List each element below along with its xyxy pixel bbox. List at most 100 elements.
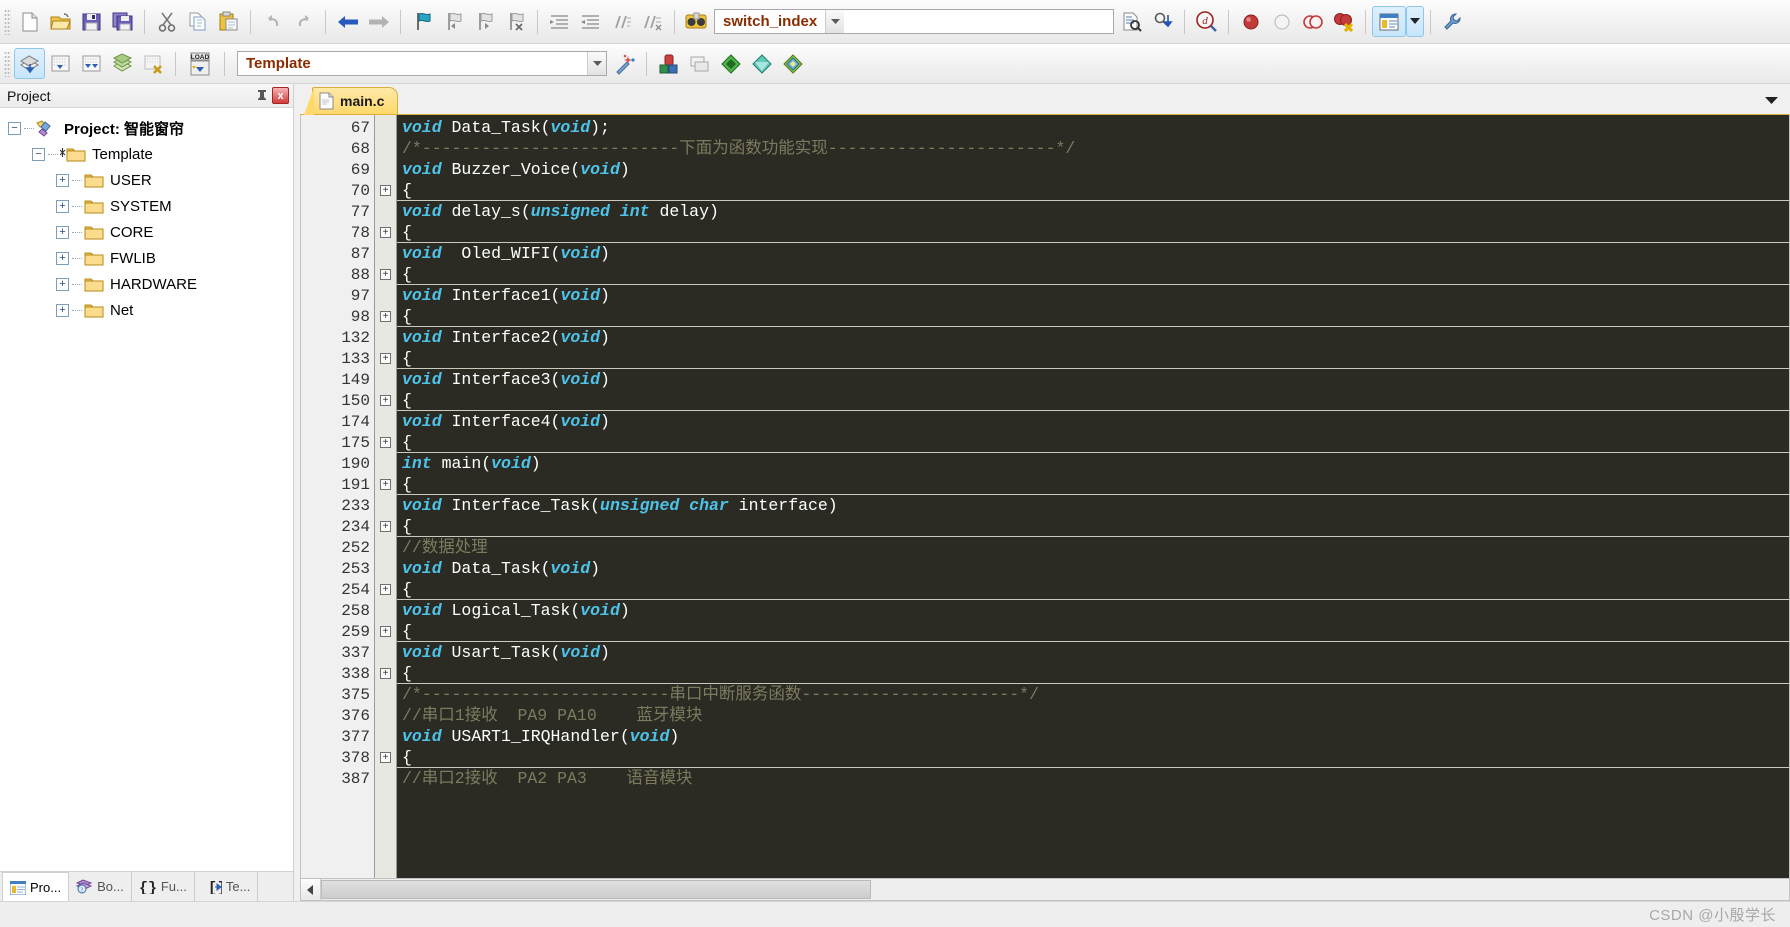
code-line[interactable]: void USART1_IRQHandler(void) (397, 726, 1789, 747)
code-line[interactable]: /*--------------------------下面为函数功能实现---… (397, 138, 1789, 159)
find-input[interactable]: switch_index (715, 13, 825, 30)
undo-button[interactable] (257, 6, 288, 37)
tab-books[interactable]: ? Bo... (69, 872, 132, 901)
bookmark-prev-button[interactable] (438, 6, 469, 37)
code-line[interactable]: //数据处理 (397, 537, 1789, 558)
find-combobox[interactable]: switch_index (714, 9, 1114, 34)
comment-button[interactable] (606, 6, 637, 37)
fold-box[interactable]: + (380, 311, 391, 322)
code-editor[interactable]: 67 68 69 70 77 78 87 88 97 98 132 133 149 150 174 175 19… (300, 114, 1790, 901)
code-line[interactable]: void Data_Task(void); (397, 117, 1789, 138)
fold-expand-icon[interactable]: + (375, 621, 396, 642)
fold-box[interactable]: + (380, 584, 391, 595)
manage-windows-dropdown[interactable] (1406, 6, 1424, 37)
fold-expand-icon[interactable]: + (375, 663, 396, 684)
redo-button[interactable] (288, 6, 319, 37)
expand-toggle-icon[interactable]: + (56, 225, 69, 239)
collapse-toggle-icon[interactable]: − (8, 121, 21, 135)
code-area[interactable]: 67 68 69 70 77 78 87 88 97 98 132 133 149 150 174 175 19… (301, 115, 1789, 878)
fold-box[interactable]: + (380, 668, 391, 679)
fold-expand-icon[interactable]: + (375, 348, 396, 369)
bookmark-toggle-button[interactable] (407, 6, 438, 37)
target-select-combobox[interactable]: Template (237, 51, 607, 76)
expand-toggle-icon[interactable]: + (56, 199, 69, 213)
tree-item-fwlib[interactable]: + FWLIB (0, 245, 293, 271)
code-line[interactable]: { (397, 348, 1789, 369)
code-line[interactable]: { (397, 579, 1789, 600)
pin-icon[interactable] (253, 87, 270, 104)
fold-expand-icon[interactable]: + (375, 516, 396, 537)
uncomment-button[interactable] (637, 6, 668, 37)
code-line[interactable]: { (397, 390, 1789, 411)
manage-runtime-button[interactable] (746, 48, 777, 79)
code-line[interactable]: { (397, 474, 1789, 495)
tree-item-hardware[interactable]: + HARDWARE (0, 271, 293, 297)
close-icon[interactable]: x (272, 87, 289, 104)
manage-project-items-button[interactable] (609, 48, 640, 79)
indent-left-button[interactable] (575, 6, 606, 37)
tab-templates[interactable]: []Te... (195, 872, 259, 901)
save-button[interactable] (76, 6, 107, 37)
tree-item-template[interactable]: − Template (0, 141, 293, 167)
insert-breakpoint-button[interactable] (1235, 6, 1266, 37)
code-line[interactable]: void delay_s(unsigned int delay) (397, 201, 1789, 222)
fold-expand-icon[interactable]: + (375, 180, 396, 201)
tree-item-system[interactable]: + SYSTEM (0, 193, 293, 219)
collapse-toggle-icon[interactable]: − (32, 147, 45, 161)
stop-build-button[interactable] (138, 48, 169, 79)
code-line[interactable]: void Interface3(void) (397, 369, 1789, 390)
indent-right-button[interactable] (544, 6, 575, 37)
editor-tab-main-c[interactable]: main.c (303, 87, 399, 115)
fold-expand-icon[interactable]: + (375, 306, 396, 327)
horizontal-scrollbar[interactable] (301, 878, 1789, 900)
code-line[interactable]: void Usart_Task(void) (397, 642, 1789, 663)
code-line[interactable]: { (397, 663, 1789, 684)
scroll-left-button[interactable] (301, 879, 321, 900)
manage-windows-button[interactable] (1372, 6, 1406, 37)
fold-box[interactable]: + (380, 395, 391, 406)
fold-box[interactable]: + (380, 269, 391, 280)
download-button[interactable]: LOAD (182, 48, 218, 79)
expand-toggle-icon[interactable]: + (56, 303, 69, 317)
code-line[interactable]: void Interface_Task(unsigned char interf… (397, 495, 1789, 516)
code-line[interactable]: void Interface4(void) (397, 411, 1789, 432)
navigate-forward-button[interactable] (363, 6, 394, 37)
build-button[interactable] (45, 48, 76, 79)
cut-button[interactable] (151, 6, 182, 37)
code-line[interactable]: //串口2接收 PA2 PA3 语音模块 (397, 768, 1789, 789)
code-line[interactable]: /*-------------------------串口中断服务函数-----… (397, 684, 1789, 705)
bookmark-next-button[interactable] (469, 6, 500, 37)
target-name[interactable]: Template (238, 55, 319, 72)
toolbar-grip[interactable] (4, 8, 11, 35)
code-line[interactable]: void Logical_Task(void) (397, 600, 1789, 621)
open-file-button[interactable] (45, 6, 76, 37)
fold-expand-icon[interactable]: + (375, 747, 396, 768)
tab-functions[interactable]: {} Fu... (132, 872, 195, 901)
code-line[interactable]: //串口1接收 PA9 PA10 蓝牙模块 (397, 705, 1789, 726)
fold-expand-icon[interactable]: + (375, 222, 396, 243)
fold-box[interactable]: + (380, 227, 391, 238)
batch-build-button[interactable] (107, 48, 138, 79)
find-dropdown-arrow[interactable] (825, 10, 845, 33)
code-line[interactable]: void Interface2(void) (397, 327, 1789, 348)
tab-project[interactable]: Pro... (2, 872, 70, 902)
fold-margin[interactable]: + + + + + + + + + + + + + (375, 115, 397, 878)
tree-item-net[interactable]: + Net (0, 297, 293, 323)
tree-item-core[interactable]: + CORE (0, 219, 293, 245)
expand-toggle-icon[interactable]: + (56, 277, 69, 291)
fold-expand-icon[interactable]: + (375, 390, 396, 411)
options-for-target-button[interactable] (653, 48, 684, 79)
kill-all-breakpoints-button[interactable] (1328, 6, 1359, 37)
code-line[interactable]: { (397, 306, 1789, 327)
fold-box[interactable]: + (380, 185, 391, 196)
copy-button[interactable] (182, 6, 213, 37)
code-line[interactable]: int main(void) (397, 453, 1789, 474)
kill-breakpoint-button[interactable] (1266, 6, 1297, 37)
paste-button[interactable] (213, 6, 244, 37)
fold-box[interactable]: + (380, 521, 391, 532)
translate-button[interactable] (14, 48, 45, 79)
bookmark-clear-button[interactable] (500, 6, 531, 37)
toolbar-grip[interactable] (4, 50, 11, 77)
fold-box[interactable]: + (380, 752, 391, 763)
code-line[interactable]: { (397, 747, 1789, 768)
